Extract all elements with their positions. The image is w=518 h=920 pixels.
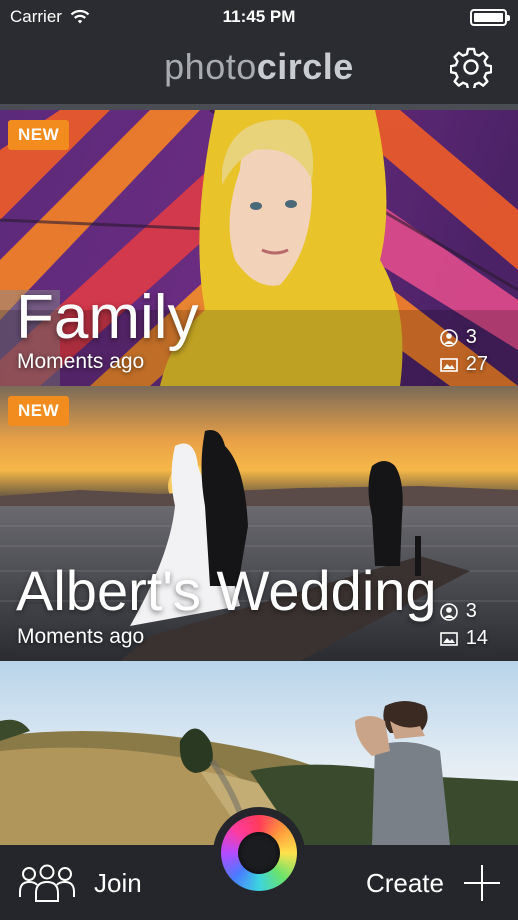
member-count: 3 <box>439 326 488 349</box>
person-icon <box>439 602 458 621</box>
new-badge: NEW <box>8 396 70 426</box>
member-count-value: 3 <box>465 326 477 348</box>
create-label: Create <box>365 867 444 898</box>
album-stats: 3 27 <box>439 326 488 376</box>
photo-count-value: 27 <box>465 353 488 375</box>
battery-fill <box>474 13 503 22</box>
camera-lens-center <box>238 832 280 874</box>
member-count: 3 <box>439 600 488 623</box>
gear-icon[interactable] <box>450 46 492 88</box>
photo-icon <box>439 357 458 372</box>
status-bar: Carrier 11:45 PM <box>0 0 518 34</box>
person-icon <box>439 328 458 347</box>
logo-part-bold: circle <box>256 46 354 87</box>
nav-bar: photocircle <box>0 34 518 104</box>
photo-count: 27 <box>439 353 488 376</box>
group-icon <box>19 864 75 902</box>
camera-button[interactable] <box>213 807 305 899</box>
photo-count-value: 14 <box>465 627 488 649</box>
album-timestamp: Moments ago <box>17 350 145 373</box>
member-count-value: 3 <box>465 600 477 622</box>
camera-lens-icon <box>221 815 297 891</box>
album-stats: 3 14 <box>439 600 488 650</box>
album-card-family[interactable]: NEW Family Moments ago 3 27 <box>0 110 518 386</box>
album-title: Albert's Wedding <box>16 559 437 622</box>
battery-icon <box>470 9 510 26</box>
join-button[interactable]: Join <box>18 863 142 903</box>
logo-part-light: photo <box>164 46 257 87</box>
new-badge: NEW <box>8 120 70 150</box>
photo-icon <box>439 631 458 646</box>
plus-icon <box>464 865 500 901</box>
album-title: Family <box>16 283 199 352</box>
join-label: Join <box>94 867 142 898</box>
album-timestamp: Moments ago <box>17 625 145 648</box>
app-logo: photocircle <box>0 46 518 88</box>
album-card-wedding[interactable]: NEW Albert's Wedding Moments ago 3 14 <box>0 386 518 661</box>
status-time: 11:45 PM <box>222 7 296 26</box>
photo-count: 14 <box>439 627 488 650</box>
create-button[interactable]: Create <box>366 863 502 903</box>
